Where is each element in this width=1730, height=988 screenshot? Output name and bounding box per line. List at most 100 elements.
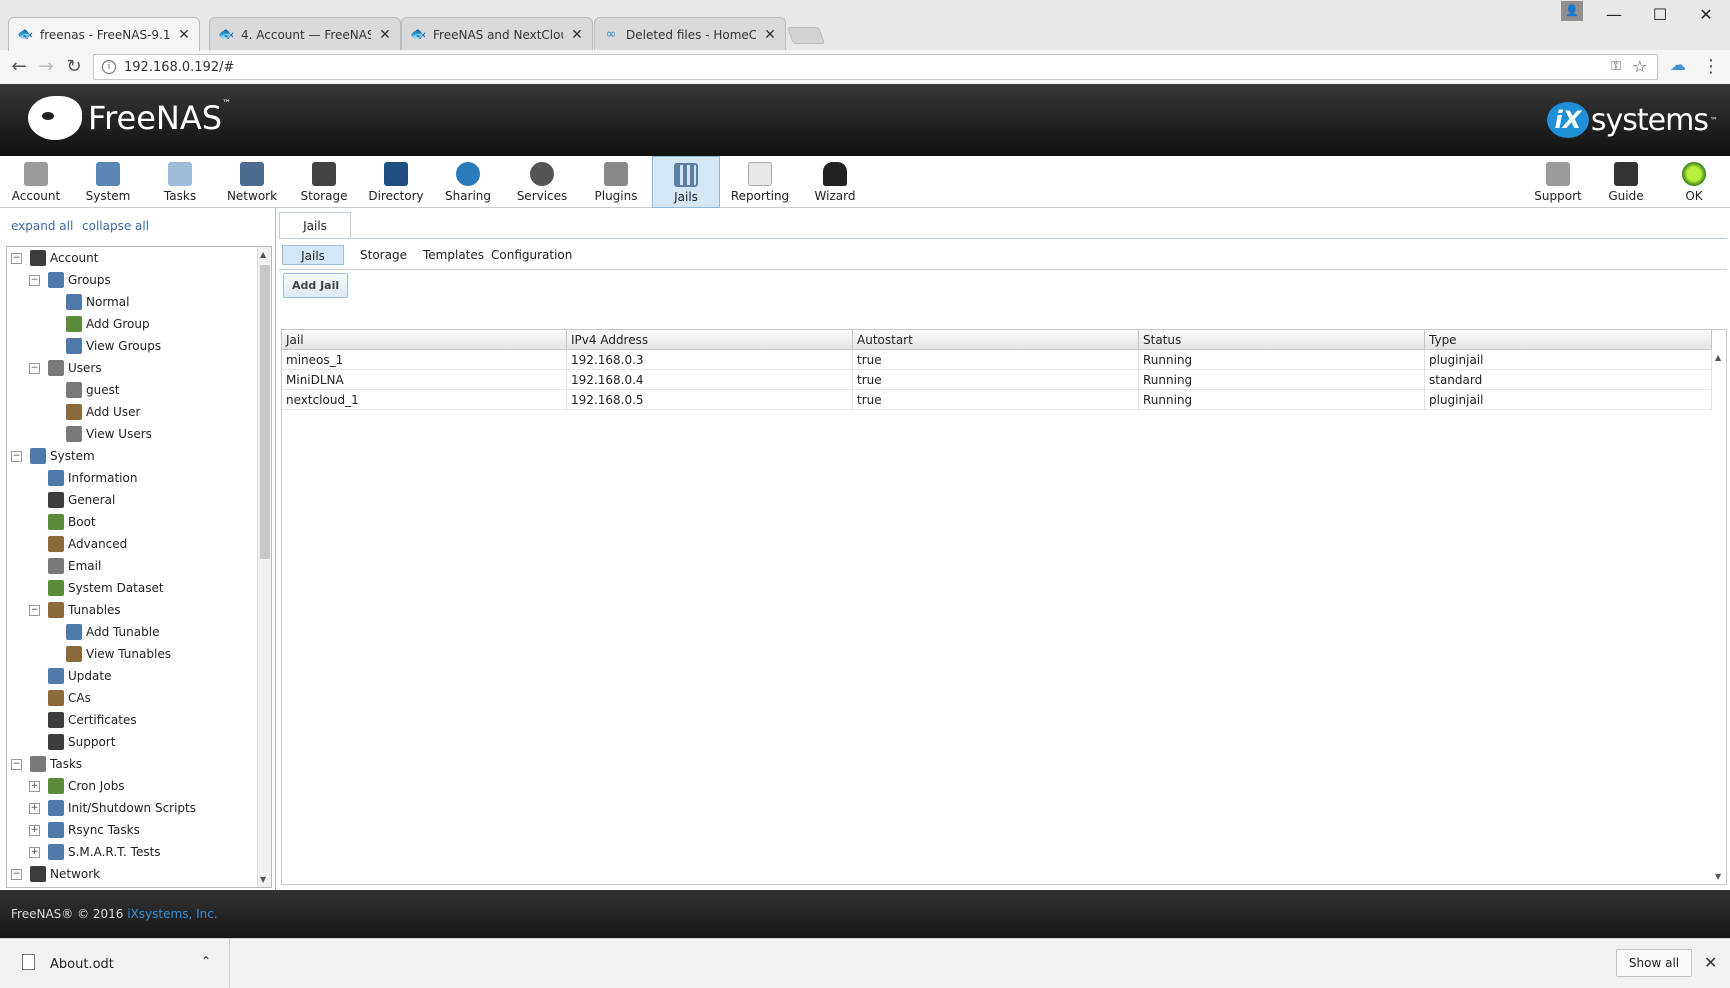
toolbar-network[interactable]: Network [216,156,288,208]
tree-item-update[interactable]: Update [48,665,111,687]
back-icon[interactable]: ← [7,55,31,79]
column-header-ipv4[interactable]: IPv4 Address [567,330,853,350]
tree-item-information[interactable]: Information [48,467,137,489]
toolbar-directory[interactable]: Directory [360,156,432,208]
collapse-toggle-icon[interactable]: − [29,274,40,286]
collapse-all-link[interactable]: collapse all [82,219,149,233]
toolbar-system[interactable]: System [72,156,144,208]
subtab-configuration[interactable]: Configuration [483,245,580,265]
scrollbar-thumb[interactable] [260,265,270,559]
column-header-jail[interactable]: Jail [282,330,567,350]
profile-icon[interactable]: 👤 [1561,1,1583,21]
reload-icon[interactable]: ↻ [62,55,86,79]
collapse-toggle-icon[interactable]: − [11,758,22,770]
minimize-icon[interactable]: — [1592,2,1636,28]
collapse-toggle-icon[interactable]: − [11,450,22,462]
forward-icon[interactable]: → [34,55,58,79]
expand-toggle-icon[interactable]: + [29,780,40,792]
table-scrollbar[interactable]: ▲ ▼ [1712,350,1726,884]
scroll-up-icon[interactable]: ▲ [260,250,266,259]
info-icon[interactable]: i [102,60,116,74]
scroll-up-icon[interactable]: ▲ [1715,353,1721,362]
menu-icon[interactable]: ⋮ [1699,55,1723,79]
tree-item-add-group[interactable]: Add Group [66,313,150,335]
close-tab-icon[interactable]: ✕ [570,27,584,43]
tree-item-advanced[interactable]: Advanced [48,533,127,555]
column-header-type[interactable]: Type [1425,330,1712,350]
download-item[interactable]: About.odt ⌃ [0,939,230,988]
tree-item-view-tunables[interactable]: View Tunables [66,643,171,665]
collapse-toggle-icon[interactable]: − [11,252,22,264]
tree-item-groups[interactable]: − Groups [29,269,111,291]
column-header-autostart[interactable]: Autostart [853,330,1139,350]
tree-item-view-groups[interactable]: View Groups [66,335,161,357]
tree-item-system-dataset[interactable]: System Dataset [48,577,164,599]
window-close-icon[interactable]: ✕ [1684,2,1728,28]
toolbar-tasks[interactable]: Tasks [144,156,216,208]
collapse-toggle-icon[interactable]: − [29,604,40,616]
new-tab-button[interactable] [786,27,826,44]
tree-item-init-shutdown-scripts[interactable]: + Init/Shutdown Scripts [29,797,196,819]
tree-item-guest[interactable]: guest [66,379,120,401]
bookmark-star-icon[interactable]: ☆ [1633,57,1647,76]
tree-item-network[interactable]: − Network [11,863,100,885]
tree-item-boot[interactable]: Boot [48,511,96,533]
chevron-up-icon[interactable]: ⌃ [201,954,211,968]
tree-item-users[interactable]: − Users [29,357,102,379]
tree-scrollbar[interactable]: ▲ ▼ [257,247,271,887]
tree-item-account[interactable]: − Account [11,247,98,269]
key-icon[interactable]: ⚿ [1611,59,1621,74]
tree-item-normal[interactable]: Normal [66,291,129,313]
toolbar-reporting[interactable]: Reporting [720,156,800,208]
tree-item-email[interactable]: Email [48,555,101,577]
close-tab-icon[interactable]: ✕ [763,27,777,43]
expand-toggle-icon[interactable]: + [29,824,40,836]
toolbar-sharing[interactable]: Sharing [432,156,504,208]
tree-item-s-m-a-r-t-tests[interactable]: + S.M.A.R.T. Tests [29,841,161,863]
toolbar-jails[interactable]: Jails [652,156,720,208]
close-tab-icon[interactable]: ✕ [378,27,392,43]
tree-item-cron-jobs[interactable]: + Cron Jobs [29,775,125,797]
tree-item-rsync-tasks[interactable]: + Rsync Tasks [29,819,140,841]
toolbar-wizard[interactable]: Wizard [800,156,870,208]
tree-item-certificates[interactable]: Certificates [48,709,137,731]
tree-item-support[interactable]: Support [48,731,115,753]
scroll-down-icon[interactable]: ▼ [260,875,266,884]
toolbar-guide[interactable]: Guide [1594,156,1658,208]
tree-item-cas[interactable]: CAs [48,687,91,709]
subtab-templates[interactable]: Templates [415,245,492,265]
subtab-jails[interactable]: Jails [282,245,344,265]
expand-toggle-icon[interactable]: + [29,802,40,814]
browser-tab-deleted-files[interactable]: ∞ Deleted files - HomeClou ✕ [594,17,786,51]
show-all-button[interactable]: Show all [1616,949,1692,977]
toolbar-services[interactable]: Services [504,156,580,208]
collapse-toggle-icon[interactable]: − [29,362,40,374]
address-bar[interactable]: i 192.168.0.192/# ⚿ ☆ [93,54,1658,80]
tree-item-tunables[interactable]: − Tunables [29,599,121,621]
tree-item-tasks[interactable]: − Tasks [11,753,82,775]
toolbar-account[interactable]: Account [0,156,72,208]
close-icon[interactable]: ✕ [1704,953,1717,972]
collapse-toggle-icon[interactable]: − [11,868,22,880]
scroll-down-icon[interactable]: ▼ [1715,872,1721,881]
tree-item-add-tunable[interactable]: Add Tunable [66,621,159,643]
toolbar-alert-ok[interactable]: OK [1664,156,1724,208]
table-row[interactable]: nextcloud_1 192.168.0.5 true Running plu… [282,390,1712,410]
ixsystems-link[interactable]: iXsystems, Inc. [127,907,217,921]
browser-tab-nextcloud-guide[interactable]: 🐟 FreeNAS and NextCloud ✕ [401,17,593,51]
maximize-icon[interactable]: ☐ [1638,2,1682,28]
table-row[interactable]: MiniDLNA 192.168.0.4 true Running standa… [282,370,1712,390]
toolbar-plugins[interactable]: Plugins [580,156,652,208]
browser-tab-freenas[interactable]: 🐟 freenas - FreeNAS-9.10.2 ✕ [8,17,200,51]
add-jail-button[interactable]: Add Jail [283,273,349,298]
cloud-extension-icon[interactable]: ☁ [1670,55,1686,74]
expand-toggle-icon[interactable]: + [29,846,40,858]
tree-item-view-users[interactable]: View Users [66,423,152,445]
column-header-status[interactable]: Status [1139,330,1425,350]
tree-item-system[interactable]: − System [11,445,95,467]
subtab-storage[interactable]: Storage [352,245,415,265]
expand-all-link[interactable]: expand all [11,219,73,233]
tree-item-general[interactable]: General [48,489,115,511]
table-row[interactable]: mineos_1 192.168.0.3 true Running plugin… [282,350,1712,370]
toolbar-support[interactable]: Support [1522,156,1594,208]
